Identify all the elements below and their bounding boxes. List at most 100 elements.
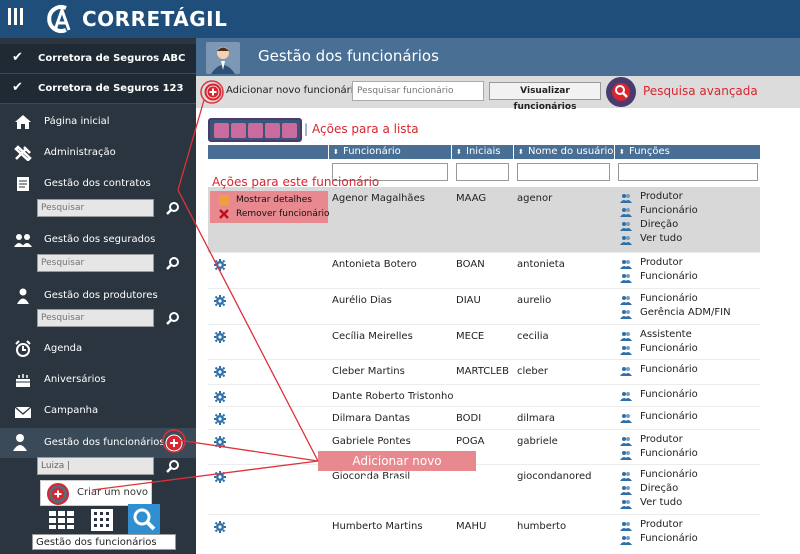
add-employee-icon[interactable] (204, 83, 222, 101)
column-header-roles[interactable]: ⬍ Funções (615, 145, 760, 159)
column-header-actions (208, 145, 328, 159)
roles-list: Produtor Funcionário (620, 257, 698, 285)
table-row[interactable]: Dilmara Dantas BODI dilmara Funcionário (208, 407, 760, 430)
role-item: Produtor (620, 257, 698, 271)
gear-icon[interactable] (214, 413, 226, 425)
table-row[interactable]: Dante Roberto Tristonho Funcionário (208, 385, 760, 407)
role-label: Funcionário (640, 293, 698, 304)
sidebar-item-home[interactable]: Página inicial (0, 108, 196, 136)
role-icon (620, 392, 632, 401)
sidebar-item-employees[interactable]: Gestão dos funcionários (0, 428, 196, 458)
sidebar-item-agenda[interactable]: Agenda (0, 335, 196, 363)
search-icon[interactable] (166, 256, 180, 270)
brand-name: CORRETÁGIL (82, 7, 228, 31)
hide-icon[interactable] (214, 122, 229, 138)
export-pdf-icon[interactable] (265, 122, 280, 138)
advanced-search-button[interactable] (606, 77, 636, 107)
producers-search-input[interactable] (37, 309, 154, 327)
sidebar-item-contracts[interactable]: Gestão dos contratos (0, 170, 196, 198)
table-row[interactable]: Cleber Martins MARTCLEB cleber Funcionário (208, 360, 760, 385)
contracts-search-input[interactable] (37, 199, 154, 217)
contract-icon (12, 174, 34, 194)
column-header-employee[interactable]: ⬍ Funcionário (329, 145, 451, 159)
sidebar-company-123[interactable]: ✔ Corretora de Seguros 123 (0, 74, 196, 104)
filter-username-input[interactable] (517, 163, 610, 181)
gear-icon[interactable] (214, 366, 226, 378)
create-new-dropdown[interactable]: Criar um novo (40, 480, 152, 506)
filter-initials-input[interactable] (456, 163, 509, 181)
gear-icon[interactable] (214, 295, 226, 307)
export-excel-icon[interactable] (248, 122, 263, 138)
table-row[interactable]: Cecília Meirelles MECE cecilia Assistente Fu… (208, 325, 760, 360)
sidebar-item-label: Gestão dos funcionários (44, 437, 165, 448)
global-search-input[interactable] (32, 534, 176, 550)
gear-icon[interactable] (214, 521, 226, 533)
page-header: Gestão dos funcionários (196, 38, 800, 76)
column-header-username[interactable]: ⬍ Nome do usuário (514, 145, 614, 159)
role-item: Ver tudo (620, 497, 698, 511)
gear-icon[interactable] (214, 471, 226, 483)
check-icon: ✔ (12, 50, 23, 65)
employees-search-input[interactable] (37, 457, 154, 475)
filter-roles-input[interactable] (618, 163, 758, 181)
search-icon[interactable] (166, 311, 180, 325)
gear-icon[interactable] (214, 436, 226, 448)
print-icon[interactable] (231, 122, 246, 138)
search-icon[interactable] (166, 201, 180, 215)
remove-employee-action[interactable]: Remover funcionário (214, 207, 330, 221)
grid-view-icon[interactable] (48, 510, 76, 530)
table-row[interactable]: Gioconda BrasilgiocondanoredFuncionárioD… (208, 465, 760, 515)
roles-list: Funcionário Gerência ADM/FIN (620, 293, 731, 321)
table-row[interactable]: Mostrar detalhes Remover funcionário Ageno… (208, 187, 760, 253)
search-toggle-button[interactable] (128, 504, 160, 536)
sidebar-item-producers[interactable]: Gestão dos produtores (0, 282, 196, 310)
role-item: Produtor (620, 434, 698, 448)
add-employee-callout: Adicionar novo funcionário (318, 451, 476, 488)
email-icon[interactable] (282, 122, 297, 138)
role-icon (620, 472, 632, 481)
initials-cell: MARTCLEB (456, 366, 509, 377)
cake-icon (12, 370, 34, 390)
table-row[interactable]: Humberto Martins MAHU humberto Produtor Func… (208, 515, 760, 554)
initials-cell: MAAG (456, 193, 487, 204)
role-item: Funcionário (620, 364, 698, 378)
menu-icon[interactable] (8, 8, 26, 28)
table-row[interactable]: Aurélio Dias DIAU aurelio Funcionário Gerênc… (208, 289, 760, 325)
username-cell: antonieta (517, 259, 565, 270)
gear-icon[interactable] (214, 259, 226, 271)
insured-search-input[interactable] (37, 254, 154, 272)
add-employee-sidebar-icon[interactable] (165, 434, 183, 452)
column-header-initials[interactable]: ⬍ Iniciais (452, 145, 513, 159)
role-icon (620, 222, 632, 231)
sidebar-company-abc[interactable]: ✔ Corretora de Seguros ABC (0, 44, 196, 74)
role-label: Ver tudo (640, 497, 683, 508)
show-details-action[interactable]: Mostrar detalhes (214, 193, 312, 207)
sort-icon: ⬍ (333, 148, 339, 156)
company-label: Corretora de Seguros 123 (38, 83, 184, 94)
sidebar-item-birthdays[interactable]: Aniversários (0, 366, 196, 394)
roles-list: Funcionário (620, 411, 698, 425)
role-icon (620, 414, 632, 423)
role-item: Funcionário (620, 389, 698, 403)
calculator-icon[interactable] (90, 508, 114, 532)
add-employee-link[interactable]: Adicionar novo funcionário (226, 85, 360, 96)
role-icon (620, 437, 632, 446)
table-row[interactable]: Antonieta Botero BOAN antonieta Produtor Fun… (208, 253, 760, 289)
sidebar-item-label: Gestão dos segurados (44, 234, 156, 245)
advanced-search-label[interactable]: Pesquisa avançada (643, 84, 758, 98)
role-item: Funcionário (620, 271, 698, 285)
employee-name-cell: Gabriele Pontes (332, 436, 411, 447)
separator: | (304, 122, 309, 136)
view-employees-button[interactable]: Visualizar funcionários (489, 82, 601, 112)
sidebar-item-campaign[interactable]: Campanha (0, 397, 196, 425)
advanced-search-icon (612, 83, 630, 101)
sidebar-item-admin[interactable]: Administração (0, 139, 196, 167)
table-row[interactable]: Gabriele Pontes POGA gabriele Produtor Funci… (208, 430, 760, 465)
search-icon[interactable] (166, 459, 180, 473)
sidebar-item-insured[interactable]: Gestão dos segurados (0, 226, 196, 254)
gear-icon[interactable] (214, 331, 226, 343)
role-icon (620, 486, 632, 495)
create-new-label: Criar um novo (77, 487, 149, 498)
employee-search-input[interactable] (352, 81, 484, 101)
gear-icon[interactable] (214, 391, 226, 403)
